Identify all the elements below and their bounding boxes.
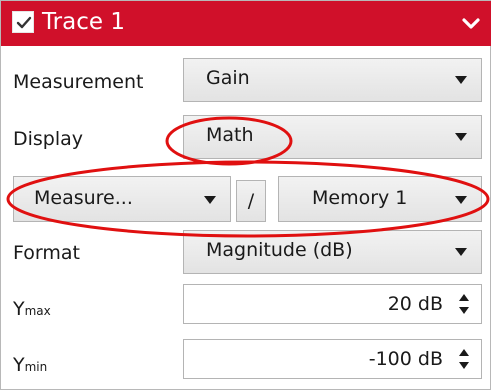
dropdown-arrow-icon	[455, 133, 467, 141]
format-select[interactable]: Magnitude (dB)	[183, 230, 482, 274]
math-operand-left-select[interactable]: Measure...	[13, 176, 231, 222]
spinner-icon[interactable]	[457, 291, 471, 317]
ymin-label-sub: min	[24, 360, 48, 374]
dropdown-arrow-icon	[455, 196, 467, 204]
display-select[interactable]: Math	[183, 115, 482, 159]
math-operator-label: /	[247, 190, 255, 212]
dropdown-arrow-icon	[455, 248, 467, 256]
ymax-label-sub: max	[24, 304, 51, 318]
dropdown-arrow-icon	[204, 196, 216, 204]
math-operand-left-value: Measure...	[34, 187, 133, 209]
trace-header: Trace 1	[1, 1, 491, 46]
spinner-icon[interactable]	[457, 346, 471, 372]
format-value: Magnitude (dB)	[206, 239, 353, 261]
ymin-label-main: Y	[13, 354, 25, 376]
checkmark-icon	[16, 16, 32, 29]
format-label: Format	[13, 242, 80, 264]
measurement-label: Measurement	[13, 71, 144, 93]
ymax-label: Ymax	[13, 297, 51, 323]
chevron-down-icon[interactable]	[460, 12, 482, 34]
trace-enable-checkbox[interactable]	[12, 11, 34, 33]
dropdown-arrow-icon	[455, 76, 467, 84]
ymax-label-main: Y	[13, 298, 25, 320]
ymin-input[interactable]: -100 dB	[183, 339, 482, 379]
ymin-value: -100 dB	[368, 348, 443, 370]
display-value: Math	[206, 124, 254, 146]
display-label: Display	[13, 128, 84, 150]
ymax-value: 20 dB	[387, 293, 443, 315]
ymax-input[interactable]: 20 dB	[183, 284, 482, 324]
trace-settings-panel: Trace 1 Measurement Gain Display Math Me…	[0, 0, 491, 390]
trace-title: Trace 1	[42, 9, 125, 35]
ymin-label: Ymin	[13, 353, 47, 379]
measurement-value: Gain	[206, 67, 250, 89]
measurement-select[interactable]: Gain	[183, 58, 482, 102]
math-operand-right-value: Memory 1	[312, 187, 408, 209]
math-operand-right-select[interactable]: Memory 1	[278, 176, 482, 222]
math-operator-button[interactable]: /	[236, 180, 266, 222]
